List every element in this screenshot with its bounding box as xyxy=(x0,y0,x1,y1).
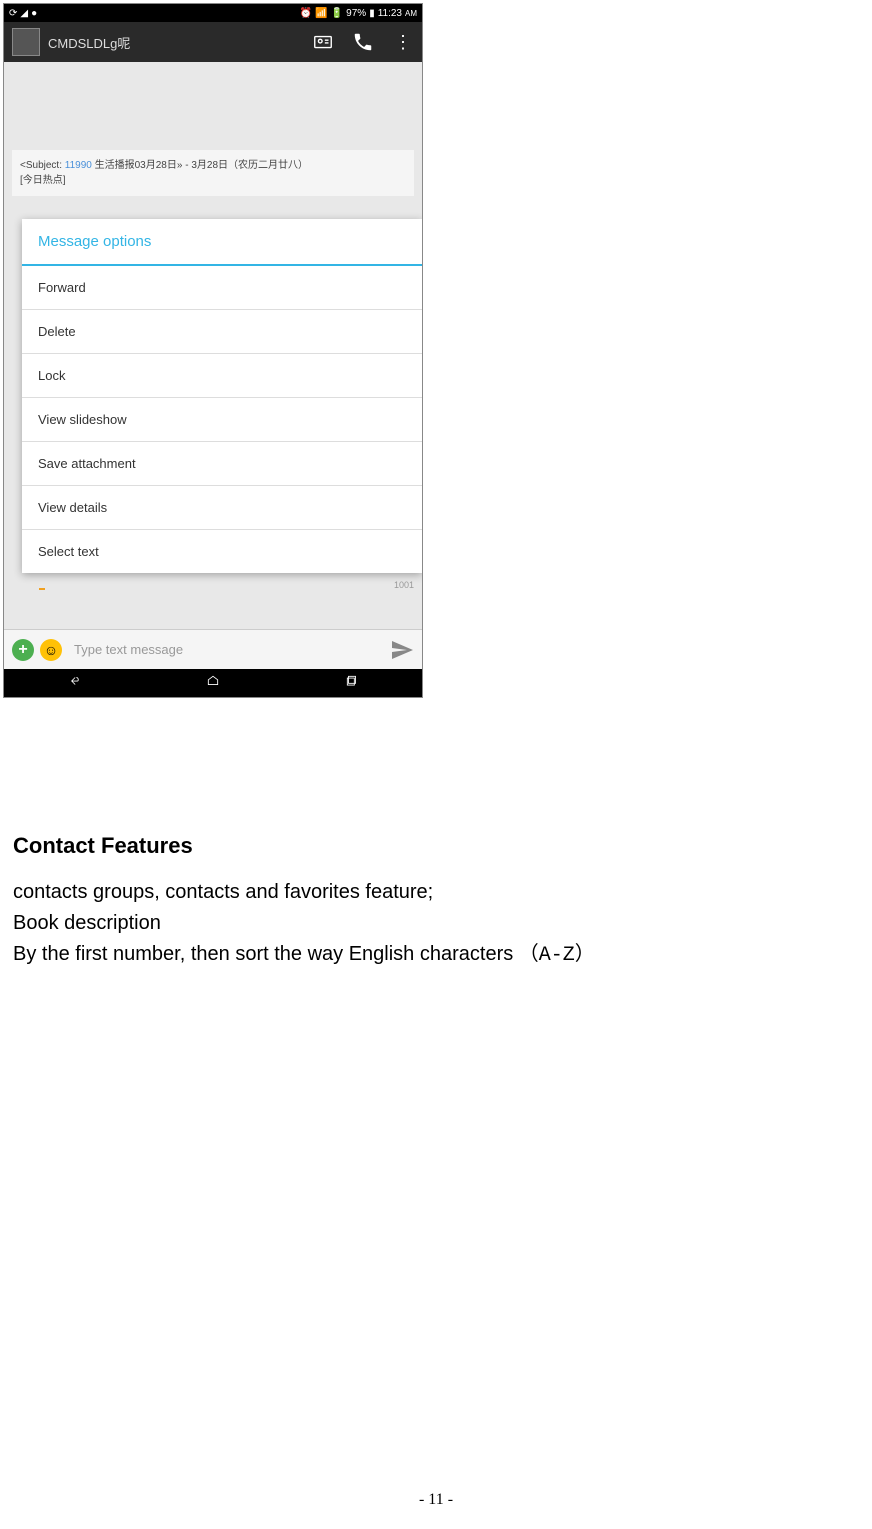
battery-percent: 97% xyxy=(346,8,366,19)
back-nav-icon[interactable] xyxy=(64,674,84,693)
option-forward[interactable]: Forward xyxy=(22,266,422,310)
status-right-icons: ⏰ 📶 🔋 97% ▮ 11:23 AM xyxy=(300,8,417,19)
attach-button[interactable]: + xyxy=(12,639,34,661)
hot-today-label: [今日热点] xyxy=(20,175,66,186)
option-save-attachment[interactable]: Save attachment xyxy=(22,442,422,486)
app-header: CMDSLDLg呢 ⋮ xyxy=(4,22,422,62)
nav-bar xyxy=(4,669,422,697)
signal-icon: ◢ xyxy=(20,8,28,19)
section-heading: Contact Features xyxy=(13,833,859,859)
subject-prefix: <Subject: xyxy=(20,160,62,171)
option-select-text[interactable]: Select text xyxy=(22,530,422,573)
battery-fill-icon: ▮ xyxy=(369,8,375,19)
status-left-icons: ⟳ ◢ ● xyxy=(9,8,37,19)
contact-avatar[interactable] xyxy=(12,28,40,56)
subject-text: 生活播报03月28日» - 3月28日（农历二月廿八） xyxy=(95,160,308,171)
status-time-suffix: AM xyxy=(405,9,417,18)
doc-line-3: By the first number, then sort the way E… xyxy=(13,939,859,971)
media-tag xyxy=(39,588,45,590)
option-view-details[interactable]: View details xyxy=(22,486,422,530)
emoji-button[interactable]: ☺ xyxy=(40,639,62,661)
header-right: ⋮ xyxy=(312,31,414,53)
doc-line-3-suffix: （A-Z） xyxy=(519,944,595,967)
message-input[interactable]: Type text message xyxy=(68,636,384,663)
page-indicator: 1001 xyxy=(394,580,414,590)
recent-nav-icon[interactable] xyxy=(342,674,362,693)
doc-line-2: Book description xyxy=(13,908,859,939)
alarm-icon: ⏰ xyxy=(300,8,312,19)
call-icon[interactable] xyxy=(352,31,374,53)
option-view-slideshow[interactable]: View slideshow xyxy=(22,398,422,442)
header-left: CMDSLDLg呢 xyxy=(12,28,130,56)
message-bubble[interactable]: <Subject: 11990 生活播报03月28日» - 3月28日（农历二月… xyxy=(12,150,414,196)
doc-line-3-prefix: By the first number, then sort the way E… xyxy=(13,943,519,965)
option-lock[interactable]: Lock xyxy=(22,354,422,398)
send-button[interactable] xyxy=(390,638,414,662)
page-number: - 11 - xyxy=(419,1491,453,1509)
contact-name: CMDSLDLg呢 xyxy=(48,33,130,52)
dialog-title: Message options xyxy=(22,219,422,266)
notification-icon: ● xyxy=(31,8,37,19)
option-delete[interactable]: Delete xyxy=(22,310,422,354)
status-bar: ⟳ ◢ ● ⏰ 📶 🔋 97% ▮ 11:23 AM xyxy=(4,4,422,22)
message-options-dialog: Message options Forward Delete Lock View… xyxy=(22,219,422,573)
android-screenshot: ⟳ ◢ ● ⏰ 📶 🔋 97% ▮ 11:23 AM CMDSLDLg呢 xyxy=(3,3,423,698)
document-content: Contact Features contacts groups, contac… xyxy=(3,833,869,971)
subject-link[interactable]: 11990 xyxy=(65,160,92,171)
status-time: 11:23 xyxy=(378,8,402,19)
sync-icon: ⟳ xyxy=(9,8,17,19)
doc-line-1: contacts groups, contacts and favorites … xyxy=(13,877,859,908)
battery-icon: 🔋 xyxy=(331,8,343,19)
message-input-bar: + ☺ Type text message xyxy=(4,629,422,669)
home-nav-icon[interactable] xyxy=(203,674,223,693)
signal-bars-icon: 📶 xyxy=(315,8,327,19)
contact-card-icon[interactable] xyxy=(312,31,334,53)
menu-icon[interactable]: ⋮ xyxy=(392,31,414,53)
